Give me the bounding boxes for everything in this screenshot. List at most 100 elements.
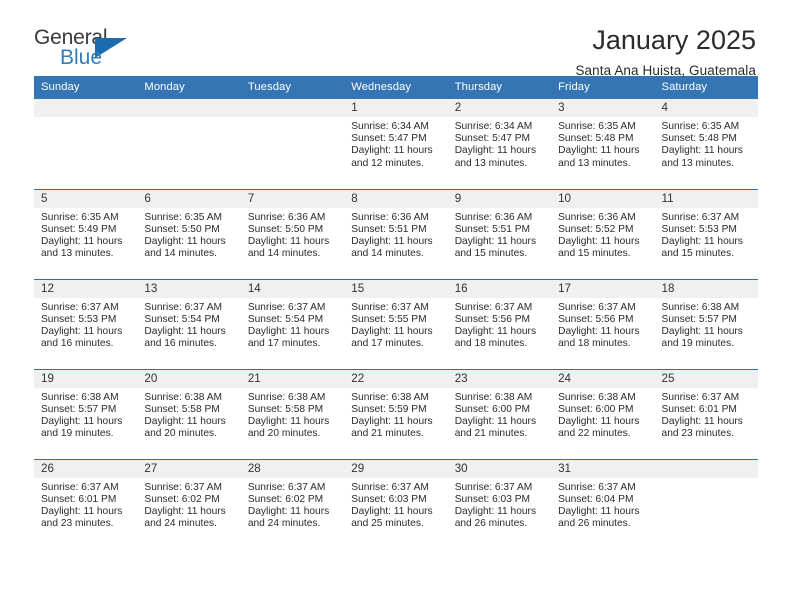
calendar-day-cell[interactable]: 25 Sunrise: 6:37 AM Sunset: 6:01 PM Dayligh… (654, 369, 758, 460)
day-number: 3 (551, 99, 655, 117)
day-number: 16 (447, 279, 552, 298)
calendar-week-row: 1 Sunrise: 6:34 AM Sunset: 5:47 PM Daylight… (34, 99, 758, 190)
calendar-day-cell[interactable]: 21 Sunrise: 6:38 AM Sunset: 5:58 PM Dayligh… (240, 369, 345, 460)
day-cell-inner: 29 Sunrise: 6:37 AM Sunset: 6:03 PM Dayligh… (344, 459, 448, 548)
calendar-day-cell[interactable]: 2 Sunrise: 6:34 AM Sunset: 5:47 PM Daylight… (447, 99, 552, 190)
calendar-day-cell[interactable]: 13 Sunrise: 6:37 AM Sunset: 5:54 PM Dayligh… (137, 279, 241, 370)
day-cell-inner: 1 Sunrise: 6:34 AM Sunset: 5:47 PM Daylight… (344, 99, 448, 187)
calendar-week-row: 26 Sunrise: 6:37 AM Sunset: 6:01 PM Dayligh… (34, 459, 758, 549)
day-number: 12 (34, 279, 138, 298)
sunrise-text: Sunrise: 6:36 AM (558, 211, 636, 223)
daylight-text: Daylight: 11 hours and 25 minutes. (351, 505, 433, 530)
calendar-week-row: 12 Sunrise: 6:37 AM Sunset: 5:53 PM Dayligh… (34, 279, 758, 370)
calendar-day-cell[interactable]: 19 Sunrise: 6:38 AM Sunset: 5:57 PM Dayligh… (34, 369, 138, 460)
page-subtitle: Santa Ana Huista, Guatemala (575, 63, 756, 79)
calendar-day-cell[interactable]: 14 Sunrise: 6:37 AM Sunset: 5:54 PM Dayligh… (240, 279, 345, 370)
sunset-text: Sunset: 5:53 PM (661, 223, 737, 235)
day-details: Sunrise: 6:37 AM Sunset: 6:01 PM Daylight:… (34, 478, 137, 531)
calendar-day-cell[interactable]: 16 Sunrise: 6:37 AM Sunset: 5:56 PM Dayligh… (447, 279, 552, 370)
calendar-page: General Blue January 2025 Santa Ana Huis… (0, 0, 792, 612)
day-number: 9 (447, 189, 552, 208)
day-cell-inner: 9 Sunrise: 6:36 AM Sunset: 5:51 PM Daylight… (447, 189, 552, 278)
day-details: Sunrise: 6:37 AM Sunset: 5:54 PM Daylight:… (241, 298, 344, 351)
sunset-text: Sunset: 6:03 PM (351, 493, 427, 505)
sunrise-text: Sunrise: 6:37 AM (144, 301, 223, 313)
day-cell-inner: 14 Sunrise: 6:37 AM Sunset: 5:54 PM Dayligh… (240, 279, 345, 368)
calendar-day-cell[interactable]: 24 Sunrise: 6:38 AM Sunset: 6:00 PM Dayligh… (551, 369, 655, 460)
day-details: Sunrise: 6:37 AM Sunset: 6:03 PM Daylight:… (344, 478, 447, 531)
column-header-friday: Friday (551, 76, 655, 99)
calendar-day-cell[interactable]: 22 Sunrise: 6:38 AM Sunset: 5:59 PM Dayligh… (344, 369, 448, 460)
sunrise-text: Sunrise: 6:37 AM (41, 481, 119, 493)
calendar-day-cell[interactable]: 27 Sunrise: 6:37 AM Sunset: 6:02 PM Dayligh… (137, 459, 241, 549)
sunset-text: Sunset: 6:00 PM (454, 403, 531, 415)
day-cell-inner (34, 99, 138, 187)
sunrise-text: Sunrise: 6:37 AM (247, 301, 326, 313)
calendar-day-cell[interactable]: 8 Sunrise: 6:36 AM Sunset: 5:51 PM Daylight… (344, 189, 448, 280)
calendar-day-cell[interactable]: 11 Sunrise: 6:37 AM Sunset: 5:53 PM Dayligh… (654, 189, 758, 280)
calendar-day-cell[interactable]: 1 Sunrise: 6:34 AM Sunset: 5:47 PM Daylight… (344, 99, 448, 190)
calendar-day-cell[interactable]: 7 Sunrise: 6:36 AM Sunset: 5:50 PM Daylight… (240, 189, 345, 280)
day-number: 11 (654, 189, 758, 208)
day-cell-inner: 23 Sunrise: 6:38 AM Sunset: 6:00 PM Dayligh… (447, 369, 552, 458)
calendar-day-cell[interactable]: 3 Sunrise: 6:35 AM Sunset: 5:48 PM Daylight… (551, 99, 655, 190)
calendar-day-cell[interactable]: 28 Sunrise: 6:37 AM Sunset: 6:02 PM Dayligh… (240, 459, 345, 549)
calendar-header-row: Sunday Monday Tuesday Wednesday Thursday Frid… (34, 76, 758, 99)
sunrise-text: Sunrise: 6:37 AM (454, 481, 533, 493)
daylight-text: Daylight: 11 hours and 14 minutes. (247, 235, 330, 260)
calendar-day-cell[interactable]: 26 Sunrise: 6:37 AM Sunset: 6:01 PM Dayligh… (34, 459, 138, 549)
calendar-day-cell[interactable]: 29 Sunrise: 6:37 AM Sunset: 6:03 PM Dayligh… (344, 459, 448, 549)
calendar-day-cell[interactable]: 23 Sunrise: 6:38 AM Sunset: 6:00 PM Dayligh… (447, 369, 552, 460)
calendar-day-cell[interactable]: 12 Sunrise: 6:37 AM Sunset: 5:53 PM Dayligh… (34, 279, 138, 370)
sunset-text: Sunset: 6:03 PM (454, 493, 531, 505)
sunrise-text: Sunrise: 6:38 AM (144, 391, 223, 403)
sunrise-text: Sunrise: 6:34 AM (351, 121, 429, 132)
day-cell-inner: 13 Sunrise: 6:37 AM Sunset: 5:54 PM Dayligh… (137, 279, 241, 368)
brand-logo[interactable]: General Blue (34, 26, 144, 72)
sunrise-text: Sunrise: 6:35 AM (661, 121, 740, 132)
day-number-band (137, 99, 241, 117)
calendar-day-cell[interactable]: 17 Sunrise: 6:37 AM Sunset: 5:56 PM Dayligh… (551, 279, 655, 370)
calendar-day-cell[interactable]: 31 Sunrise: 6:37 AM Sunset: 6:04 PM Dayligh… (551, 459, 655, 549)
day-number: 21 (240, 369, 345, 388)
daylight-text: Daylight: 11 hours and 14 minutes. (144, 235, 226, 260)
day-number-band (240, 99, 345, 117)
calendar-day-cell[interactable]: 9 Sunrise: 6:36 AM Sunset: 5:51 PM Daylight… (447, 189, 552, 280)
daylight-text: Daylight: 11 hours and 22 minutes. (558, 415, 640, 440)
calendar-day-cell[interactable]: 20 Sunrise: 6:38 AM Sunset: 5:58 PM Dayligh… (137, 369, 241, 460)
daylight-text: Daylight: 11 hours and 17 minutes. (247, 325, 330, 350)
sunset-text: Sunset: 5:49 PM (41, 223, 117, 235)
day-number: 17 (551, 279, 655, 298)
calendar-day-cell[interactable]: 18 Sunrise: 6:38 AM Sunset: 5:57 PM Dayligh… (654, 279, 758, 370)
column-header-sunday: Sunday (34, 76, 138, 99)
calendar-day-cell[interactable]: 6 Sunrise: 6:35 AM Sunset: 5:50 PM Daylight… (137, 189, 241, 280)
column-header-monday: Monday (137, 76, 241, 99)
day-details: Sunrise: 6:37 AM Sunset: 5:56 PM Daylight:… (551, 298, 654, 351)
calendar-day-cell[interactable]: 4 Sunrise: 6:35 AM Sunset: 5:48 PM Daylight… (654, 99, 758, 190)
calendar-day-cell[interactable]: 5 Sunrise: 6:35 AM Sunset: 5:49 PM Daylight… (34, 189, 138, 280)
daylight-text: Daylight: 11 hours and 13 minutes. (454, 145, 537, 169)
sunset-text: Sunset: 5:55 PM (351, 313, 427, 325)
daylight-text: Daylight: 11 hours and 15 minutes. (661, 235, 743, 260)
calendar-day-cell[interactable]: 15 Sunrise: 6:37 AM Sunset: 5:55 PM Dayligh… (344, 279, 448, 370)
day-cell-inner: 8 Sunrise: 6:36 AM Sunset: 5:51 PM Daylight… (344, 189, 448, 278)
sunrise-text: Sunrise: 6:35 AM (558, 121, 636, 132)
day-cell-inner: 20 Sunrise: 6:38 AM Sunset: 5:58 PM Dayligh… (137, 369, 241, 458)
day-cell-inner: 15 Sunrise: 6:37 AM Sunset: 5:55 PM Dayligh… (344, 279, 448, 368)
sunrise-text: Sunrise: 6:37 AM (454, 301, 533, 313)
calendar-day-cell[interactable]: 30 Sunrise: 6:37 AM Sunset: 6:03 PM Dayligh… (447, 459, 552, 549)
day-number: 28 (240, 459, 345, 478)
calendar-body: 1 Sunrise: 6:34 AM Sunset: 5:47 PM Daylight… (34, 99, 758, 549)
sunset-text: Sunset: 5:50 PM (144, 223, 220, 235)
day-details: Sunrise: 6:37 AM Sunset: 6:01 PM Daylight:… (655, 388, 758, 441)
daylight-text: Daylight: 11 hours and 16 minutes. (144, 325, 226, 350)
sunrise-text: Sunrise: 6:38 AM (454, 391, 533, 403)
day-number: 14 (240, 279, 345, 298)
page-title: January 2025 (592, 25, 756, 55)
sunset-text: Sunset: 6:01 PM (661, 403, 737, 415)
day-details: Sunrise: 6:35 AM Sunset: 5:48 PM Daylight:… (655, 117, 758, 170)
daylight-text: Daylight: 11 hours and 13 minutes. (41, 235, 123, 260)
sunrise-text: Sunrise: 6:38 AM (351, 391, 429, 403)
day-details: Sunrise: 6:38 AM Sunset: 5:57 PM Daylight:… (34, 388, 137, 441)
calendar-day-cell[interactable]: 10 Sunrise: 6:36 AM Sunset: 5:52 PM Dayligh… (551, 189, 655, 280)
